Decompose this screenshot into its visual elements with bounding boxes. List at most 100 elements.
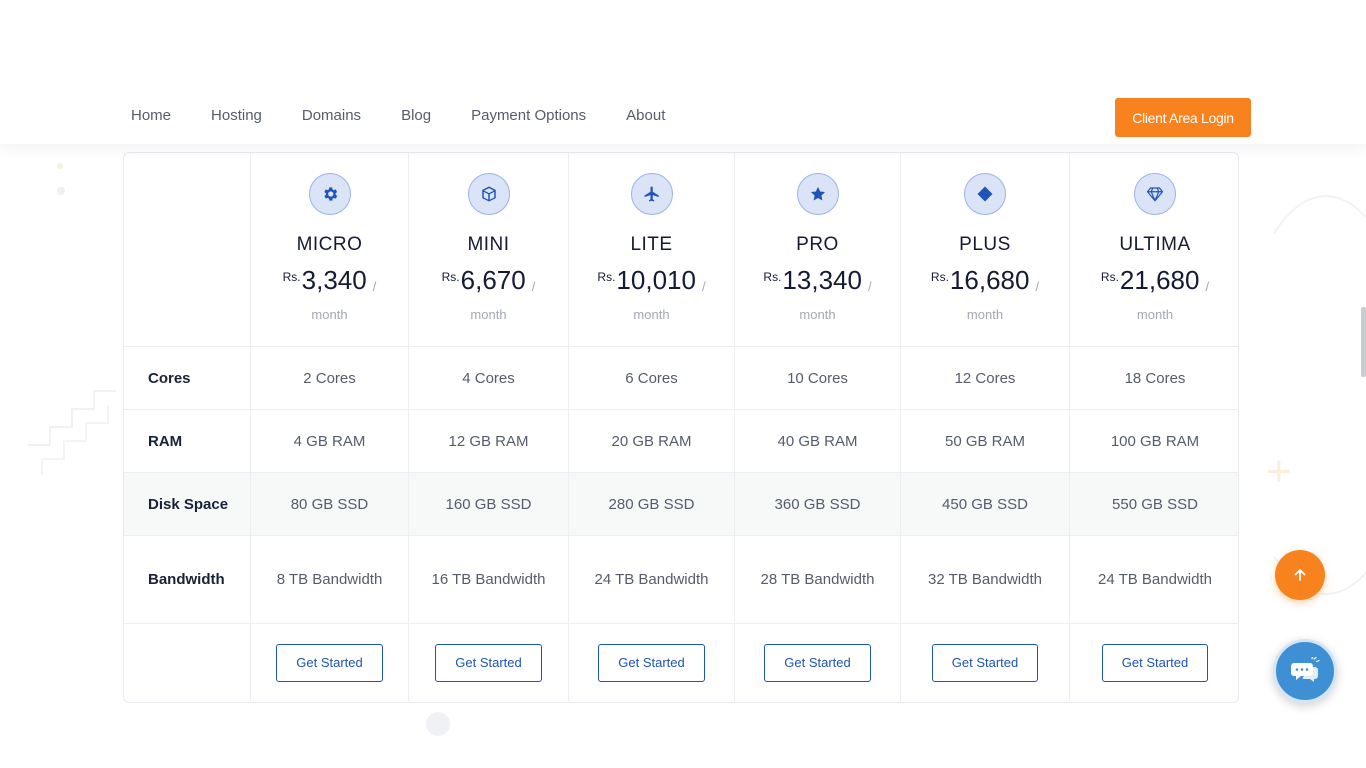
price-period: month [966, 307, 1004, 322]
price-amount: 3,340 [301, 265, 367, 295]
price-currency: Rs. [597, 270, 616, 284]
disk-value: 160 GB SSD [409, 473, 569, 536]
gear-icon [308, 173, 351, 215]
cta-cell: Get Started [735, 624, 901, 701]
price-separator: / [1035, 279, 1040, 294]
price-separator: / [531, 279, 536, 294]
cta-row: Get Started Get Started Get Started Get … [124, 624, 1238, 701]
plane-icon [630, 173, 673, 215]
plan-header-row: MICRO Rs. 3,340 / month MINI Rs. 6,670 /… [124, 153, 1238, 347]
price-currency: Rs. [441, 270, 460, 284]
plan-header-mini: MINI Rs. 6,670 / month [409, 153, 569, 347]
nav-link-blog[interactable]: Blog [401, 107, 431, 124]
bandwidth-value: 16 TB Bandwidth [409, 536, 569, 624]
get-started-button-plus[interactable]: Get Started [931, 643, 1039, 682]
price-separator: / [1205, 279, 1210, 294]
nav-link-hosting[interactable]: Hosting [211, 107, 262, 124]
gem-icon [1134, 173, 1176, 215]
plan-price: Rs. 3,340 / [283, 265, 377, 296]
plan-header-plus: PLUS Rs. 16,680 / month [901, 153, 1070, 347]
nav-link-payment-options[interactable]: Payment Options [471, 107, 586, 124]
get-started-button-lite[interactable]: Get Started [598, 643, 705, 682]
price-separator: / [867, 279, 872, 294]
cta-cell: Get Started [1070, 624, 1238, 701]
navbar: Home Hosting Domains Blog Payment Option… [0, 0, 1366, 144]
decorative-dot [426, 712, 450, 736]
price-amount: 6,670 [460, 265, 526, 295]
bandwidth-value: 8 TB Bandwidth [251, 536, 409, 624]
bandwidth-value: 24 TB Bandwidth [569, 536, 735, 624]
ram-value: 50 GB RAM [901, 410, 1070, 473]
plan-name: ULTIMA [1119, 234, 1191, 255]
ram-value: 100 GB RAM [1070, 410, 1238, 473]
ram-value: 4 GB RAM [251, 410, 409, 473]
price-period: month [633, 307, 670, 322]
nav-link-domains[interactable]: Domains [302, 107, 361, 124]
plan-price: Rs. 6,670 / [442, 265, 536, 296]
ram-value: 20 GB RAM [569, 410, 735, 473]
plan-header-ultima: ULTIMA Rs. 21,680 / month [1070, 153, 1238, 347]
cta-cell: Get Started [409, 624, 569, 701]
pricing-table: MICRO Rs. 3,340 / month MINI Rs. 6,670 /… [123, 152, 1239, 703]
cores-value: 6 Cores [569, 347, 735, 410]
price-period: month [1136, 307, 1174, 322]
bandwidth-row: Bandwidth 8 TB Bandwidth 16 TB Bandwidth… [124, 536, 1238, 624]
empty-header-cell [124, 153, 251, 347]
get-started-button-mini[interactable]: Get Started [435, 643, 542, 682]
cube-icon [467, 173, 510, 215]
nav-link-about[interactable]: About [626, 107, 665, 124]
chat-bubbles-icon [1291, 657, 1320, 682]
star-icon [796, 173, 839, 215]
plan-name: PRO [796, 234, 839, 255]
nav-link-home[interactable]: Home [131, 107, 171, 124]
disk-value: 360 GB SSD [735, 473, 901, 536]
price-amount: 10,010 [616, 265, 696, 295]
row-label-ram: RAM [124, 410, 251, 473]
cores-value: 4 Cores [409, 347, 569, 410]
cores-value: 18 Cores [1070, 347, 1238, 410]
get-started-button-ultima[interactable]: Get Started [1101, 643, 1209, 682]
price-amount: 21,680 [1119, 265, 1200, 295]
disk-value: 80 GB SSD [251, 473, 409, 536]
disk-value: 450 GB SSD [901, 473, 1070, 536]
cores-value: 2 Cores [251, 347, 409, 410]
decorative-dot [57, 163, 63, 169]
price-period: month [470, 307, 507, 322]
disk-value: 550 GB SSD [1070, 473, 1238, 536]
cta-cell: Get Started [251, 624, 409, 701]
cta-cell: Get Started [569, 624, 735, 701]
bandwidth-value: 32 TB Bandwidth [901, 536, 1070, 624]
plan-price: Rs. 10,010 / [597, 265, 705, 296]
row-label-cores: Cores [124, 347, 251, 410]
ram-row: RAM 4 GB RAM 12 GB RAM 20 GB RAM 40 GB R… [124, 410, 1238, 473]
decorative-steps [28, 390, 116, 475]
client-area-login-button[interactable]: Client Area Login [1115, 98, 1251, 137]
page-scrollbar-thumb[interactable] [1361, 307, 1366, 377]
price-currency: Rs. [1100, 270, 1119, 284]
price-period: month [311, 307, 348, 322]
get-started-button-micro[interactable]: Get Started [276, 643, 383, 682]
plan-header-micro: MICRO Rs. 3,340 / month [251, 153, 409, 347]
scroll-to-top-button[interactable] [1275, 550, 1325, 600]
price-amount: 13,340 [782, 265, 862, 295]
plan-name: PLUS [959, 234, 1011, 255]
cores-row: Cores 2 Cores 4 Cores 6 Cores 10 Cores 1… [124, 347, 1238, 410]
plan-header-lite: LITE Rs. 10,010 / month [569, 153, 735, 347]
ram-value: 12 GB RAM [409, 410, 569, 473]
diamond-icon [964, 173, 1006, 215]
cores-value: 12 Cores [901, 347, 1070, 410]
cores-value: 10 Cores [735, 347, 901, 410]
price-period: month [799, 307, 836, 322]
plan-name: MICRO [296, 234, 363, 255]
plan-header-pro: PRO Rs. 13,340 / month [735, 153, 901, 347]
price-currency: Rs. [282, 270, 301, 284]
row-label-disk-space: Disk Space [124, 473, 251, 536]
disk-value: 280 GB SSD [569, 473, 735, 536]
plan-name: LITE [630, 234, 673, 255]
arrow-up-icon [1294, 569, 1306, 581]
plan-price: Rs. 13,340 / [763, 265, 871, 296]
decorative-plus: + [1266, 447, 1292, 496]
get-started-button-pro[interactable]: Get Started [764, 643, 871, 682]
decorative-dot [57, 187, 65, 195]
live-chat-button[interactable] [1273, 639, 1337, 703]
